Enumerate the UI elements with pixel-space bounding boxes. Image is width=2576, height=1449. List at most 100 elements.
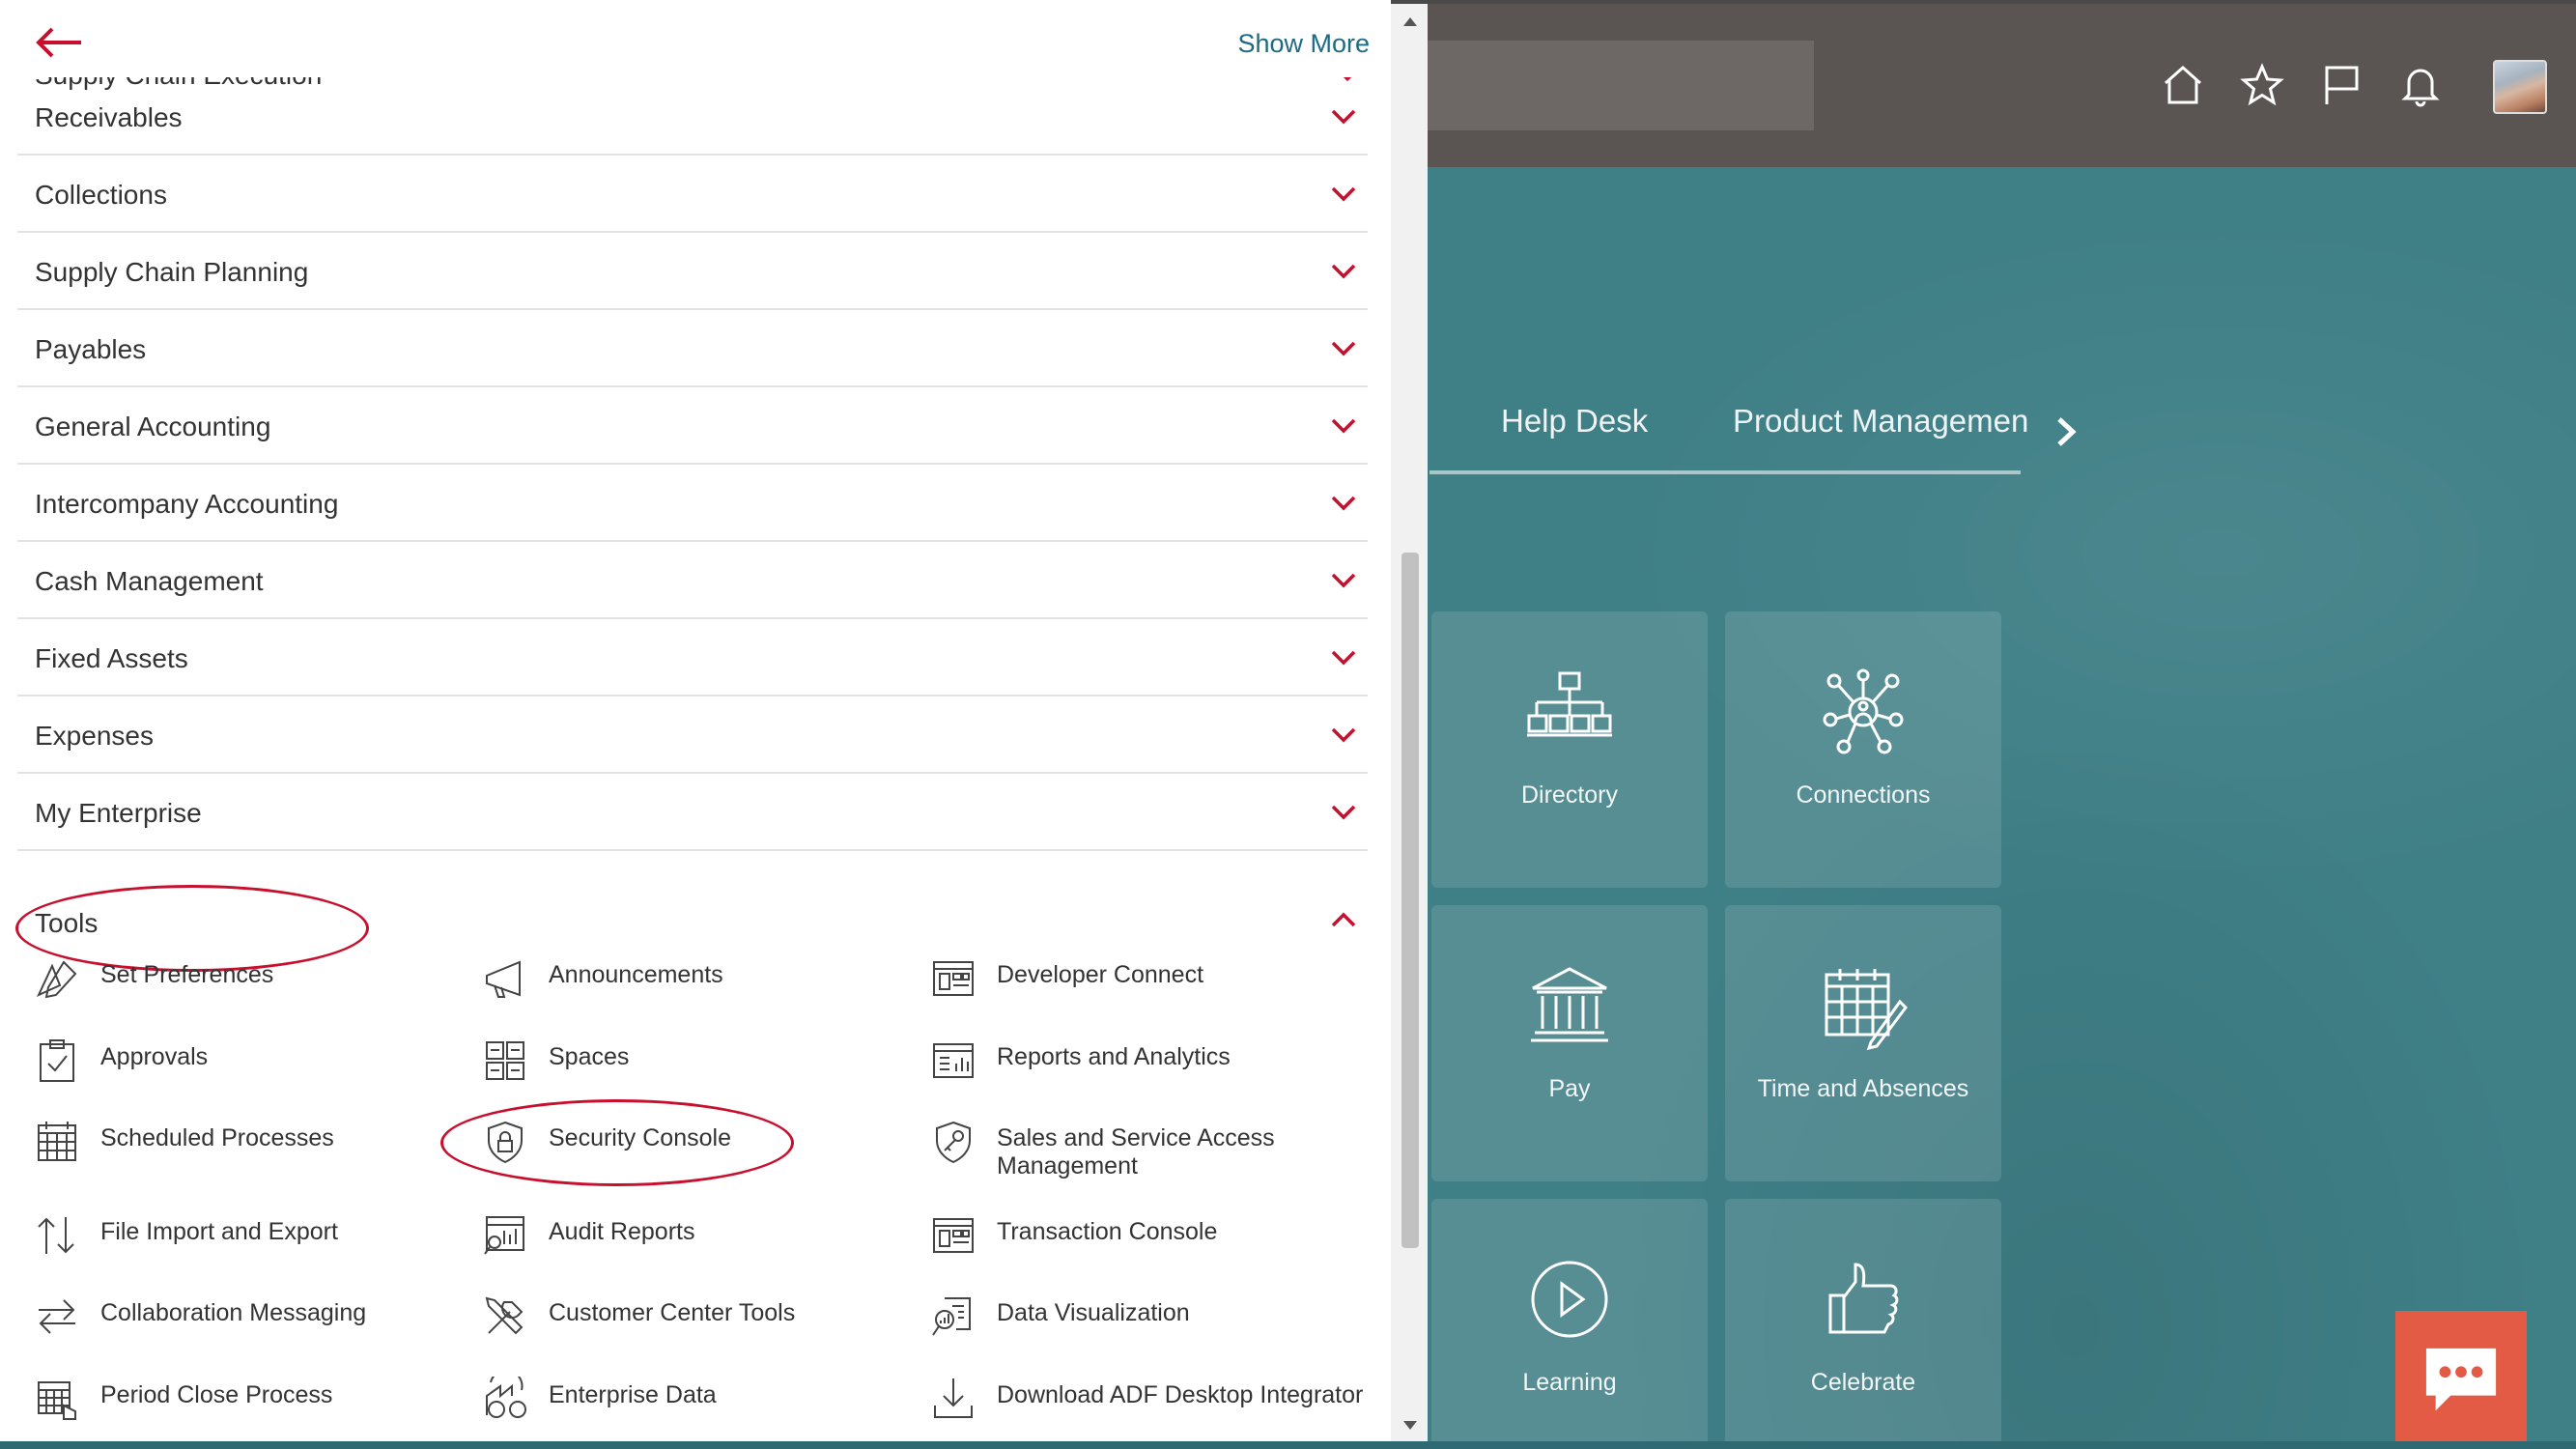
tile-time-and-absences[interactable]: Time and Absences	[1725, 905, 2001, 1181]
tool-collaboration-messaging[interactable]: Collaboration Messaging	[35, 1294, 467, 1352]
play-circle-icon	[1531, 1261, 1608, 1338]
calendar-grid-icon	[38, 1122, 76, 1161]
show-more-link[interactable]: Show More	[1237, 29, 1370, 59]
tool-transaction-console[interactable]: Transaction Console	[931, 1213, 1364, 1271]
tool-label: Customer Center Tools	[549, 1299, 796, 1326]
nav-group-fixed-assets[interactable]: Fixed Assets	[17, 619, 1368, 696]
chevron-down-icon	[1331, 805, 1356, 820]
tool-scheduled-processes[interactable]: Scheduled Processes	[35, 1120, 467, 1178]
file-transfer-icon	[38, 1217, 74, 1254]
audit-reports-icon	[484, 1216, 524, 1255]
tile-label: Directory	[1520, 781, 1618, 809]
period-close-icon	[38, 1381, 76, 1420]
nav-group-payables[interactable]: Payables	[17, 310, 1368, 387]
nav-group-label: Expenses	[35, 721, 154, 751]
flag-icon[interactable]	[2316, 60, 2366, 110]
exchange-arrows-icon	[39, 1299, 75, 1334]
tile-pay[interactable]: Pay	[1431, 905, 1708, 1181]
tool-spaces[interactable]: Spaces	[483, 1038, 916, 1096]
tile-label: Connections	[1796, 781, 1931, 809]
tool-announcements[interactable]: Announcements	[483, 956, 916, 1014]
tile-label: Learning	[1522, 1369, 1617, 1396]
tool-label: Announcements	[549, 961, 723, 988]
nav-group-label: My Enterprise	[35, 798, 202, 828]
chevron-right-icon[interactable]	[2048, 408, 2086, 456]
tool-download-adf-desktop-integrator[interactable]: Download ADF Desktop Integrator	[931, 1377, 1364, 1435]
highlight-ring-security-console	[440, 1099, 794, 1186]
nav-group-label: Intercompany Accounting	[35, 489, 339, 519]
chat-bubble-icon	[2425, 1348, 2497, 1410]
tool-label: Sales and Service Access Management	[997, 1124, 1275, 1179]
nav-group-label: Cash Management	[35, 566, 264, 596]
tool-label: Period Close Process	[100, 1381, 333, 1408]
search-box[interactable]	[1420, 41, 1814, 130]
data-visualization-icon	[932, 1297, 971, 1336]
back-arrow-icon[interactable]	[33, 23, 83, 62]
tool-label: Spaces	[549, 1043, 630, 1070]
bell-icon[interactable]	[2395, 60, 2446, 110]
tool-label: Transaction Console	[997, 1218, 1218, 1245]
nav-group-label: Payables	[35, 334, 147, 364]
tool-reports-and-analytics[interactable]: Reports and Analytics	[931, 1038, 1364, 1096]
chevron-down-icon	[1331, 496, 1356, 511]
tool-enterprise-data[interactable]: Enterprise Data	[483, 1377, 916, 1435]
developer-connect-icon	[933, 961, 974, 996]
tile-celebrate[interactable]: Celebrate	[1725, 1199, 2001, 1449]
nav-group-expenses[interactable]: Expenses	[17, 696, 1368, 774]
nav-group-label: Fixed Assets	[35, 643, 188, 673]
enterprise-data-icon	[486, 1377, 526, 1418]
transaction-console-icon	[933, 1218, 974, 1253]
chevron-down-icon	[1331, 109, 1356, 125]
chat-button[interactable]	[2395, 1311, 2527, 1449]
tools-icon	[485, 1296, 524, 1335]
nav-group-supply-chain-planning[interactable]: Supply Chain Planning	[17, 233, 1368, 310]
scroll-thumb[interactable]	[1401, 553, 1419, 1248]
chevron-down-icon	[1331, 727, 1356, 743]
tool-label: Reports and Analytics	[997, 1043, 1231, 1070]
nav-group-label: Collections	[35, 180, 167, 210]
tile-directory[interactable]: Directory	[1431, 611, 1708, 888]
chevron-down-icon	[1331, 186, 1356, 202]
chevron-down-icon	[1331, 264, 1356, 279]
navigator-header: Show More	[0, 0, 1391, 77]
chevron-up-icon	[1331, 912, 1356, 927]
tool-set-preferences[interactable]: Set Preferences	[35, 956, 467, 1014]
tool-audit-reports[interactable]: Audit Reports	[483, 1213, 916, 1271]
nav-group-general-accounting[interactable]: General Accounting	[17, 387, 1368, 465]
nav-group-my-enterprise[interactable]: My Enterprise	[17, 774, 1368, 851]
scroll-up-arrow-icon[interactable]	[1402, 15, 1418, 27]
tool-developer-connect[interactable]: Developer Connect	[931, 956, 1364, 1014]
navigator-panel: Supply Chain Execution Show More Receiva…	[0, 0, 1428, 1449]
tile-label: Time and Absences	[1757, 1075, 1969, 1102]
connections-icon	[1823, 668, 1904, 754]
tab-product-management[interactable]: Product Managemen	[1733, 403, 2028, 440]
bank-icon	[1531, 967, 1608, 1042]
star-icon[interactable]	[2237, 60, 2287, 110]
scroll-down-arrow-icon[interactable]	[1402, 1420, 1418, 1432]
tool-approvals[interactable]: Approvals	[35, 1038, 467, 1096]
tool-sales-and-service-access-management[interactable]: Sales and Service Access Management	[931, 1120, 1364, 1179]
chevron-down-icon	[1331, 418, 1356, 434]
tile-connections[interactable]: Connections	[1725, 611, 2001, 888]
tool-label: Approvals	[100, 1043, 209, 1070]
tile-learning[interactable]: Learning	[1431, 1199, 1708, 1449]
nav-group-collections[interactable]: Collections	[17, 156, 1368, 233]
tool-data-visualization[interactable]: Data Visualization	[931, 1294, 1364, 1352]
tool-period-close-process[interactable]: Period Close Process	[35, 1377, 467, 1435]
calendar-pencil-icon	[1825, 969, 1908, 1051]
tile-label: Pay	[1548, 1075, 1591, 1102]
home-icon[interactable]	[2158, 60, 2208, 110]
tile-label: Celebrate	[1810, 1369, 1916, 1396]
tool-customer-center-tools[interactable]: Customer Center Tools	[483, 1294, 916, 1352]
user-avatar[interactable]	[2493, 60, 2547, 114]
tool-label: Download ADF Desktop Integrator	[997, 1381, 1364, 1408]
tab-help-desk[interactable]: Help Desk	[1501, 403, 1648, 440]
spaces-grid-icon	[486, 1041, 524, 1080]
tool-file-import-and-export[interactable]: File Import and Export	[35, 1213, 467, 1271]
tool-label: Collaboration Messaging	[100, 1299, 367, 1326]
nav-group-label: Supply Chain Planning	[35, 257, 309, 287]
tool-label: Data Visualization	[997, 1299, 1190, 1326]
nav-group-cash-management[interactable]: Cash Management	[17, 542, 1368, 619]
nav-group-intercompany-accounting[interactable]: Intercompany Accounting	[17, 465, 1368, 542]
nav-group-label: General Accounting	[35, 412, 271, 441]
